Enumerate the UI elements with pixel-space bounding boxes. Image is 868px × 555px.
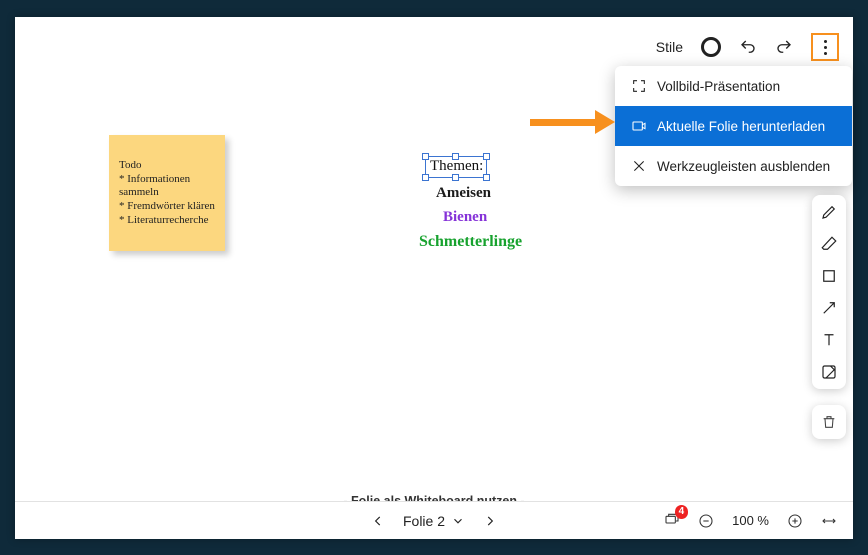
text-bienen[interactable]: Bienen xyxy=(443,209,487,226)
chevron-down-icon xyxy=(451,514,465,528)
menu-hide-label: Werkzeugleisten ausblenden xyxy=(657,159,830,174)
text-ameisen[interactable]: Ameisen xyxy=(436,185,491,202)
more-menu: Vollbild-Präsentation Aktuelle Folie her… xyxy=(615,66,852,186)
undo-icon[interactable] xyxy=(739,38,757,56)
menu-fullscreen[interactable]: Vollbild-Präsentation xyxy=(615,66,852,106)
close-icon xyxy=(631,158,647,174)
prev-slide-icon[interactable] xyxy=(371,514,385,528)
zoom-controls: 4 100 % xyxy=(664,511,837,530)
themen-label: Themen: xyxy=(426,158,487,174)
redo-icon[interactable] xyxy=(775,38,793,56)
note-icon[interactable] xyxy=(820,363,838,381)
handle-tr[interactable] xyxy=(483,153,490,160)
sticky-text: Todo * Informationen sammeln * Fremdwört… xyxy=(119,159,215,226)
top-toolbar: Stile xyxy=(656,33,839,61)
zoom-in-icon[interactable] xyxy=(787,513,803,529)
handle-bm[interactable] xyxy=(452,174,459,181)
zoom-percent: 100 % xyxy=(732,513,769,528)
fit-icon[interactable] xyxy=(821,513,837,529)
fullscreen-icon xyxy=(631,78,647,94)
text-schmetterlinge[interactable]: Schmetterlinge xyxy=(419,233,522,251)
slides-button[interactable]: 4 xyxy=(664,511,680,530)
next-slide-icon[interactable] xyxy=(483,514,497,528)
style-button[interactable] xyxy=(701,37,721,57)
trash-icon xyxy=(821,414,837,430)
slides-badge: 4 xyxy=(675,505,689,519)
menu-download-slide[interactable]: Aktuelle Folie herunterladen xyxy=(615,106,852,146)
menu-fullscreen-label: Vollbild-Präsentation xyxy=(657,79,780,94)
slide-label: Folie 2 xyxy=(403,513,445,529)
handle-br[interactable] xyxy=(483,174,490,181)
pager: Folie 2 xyxy=(371,513,497,529)
slide-picker[interactable]: Folie 2 xyxy=(403,513,465,529)
handle-bl[interactable] xyxy=(422,174,429,181)
text-icon[interactable] xyxy=(820,331,838,349)
handle-tm[interactable] xyxy=(452,153,459,160)
selected-text-themen[interactable]: Themen: xyxy=(425,156,487,178)
rect-icon[interactable] xyxy=(820,267,838,285)
handle-tl[interactable] xyxy=(422,153,429,160)
trash-button[interactable] xyxy=(812,405,846,439)
sticky-note[interactable]: Todo * Informationen sammeln * Fremdwört… xyxy=(109,135,225,251)
style-label: Stile xyxy=(656,39,683,55)
arrow-icon[interactable] xyxy=(820,299,838,317)
more-button[interactable] xyxy=(811,33,839,61)
tool-panel xyxy=(812,195,846,389)
download-slide-icon xyxy=(631,118,647,134)
pen-icon[interactable] xyxy=(820,203,838,221)
eraser-icon[interactable] xyxy=(820,235,838,253)
zoom-out-icon[interactable] xyxy=(698,513,714,529)
bottom-bar: Folie 2 4 100 % xyxy=(15,501,853,539)
menu-download-label: Aktuelle Folie herunterladen xyxy=(657,119,825,134)
menu-hide-toolbars[interactable]: Werkzeugleisten ausblenden xyxy=(615,146,852,186)
